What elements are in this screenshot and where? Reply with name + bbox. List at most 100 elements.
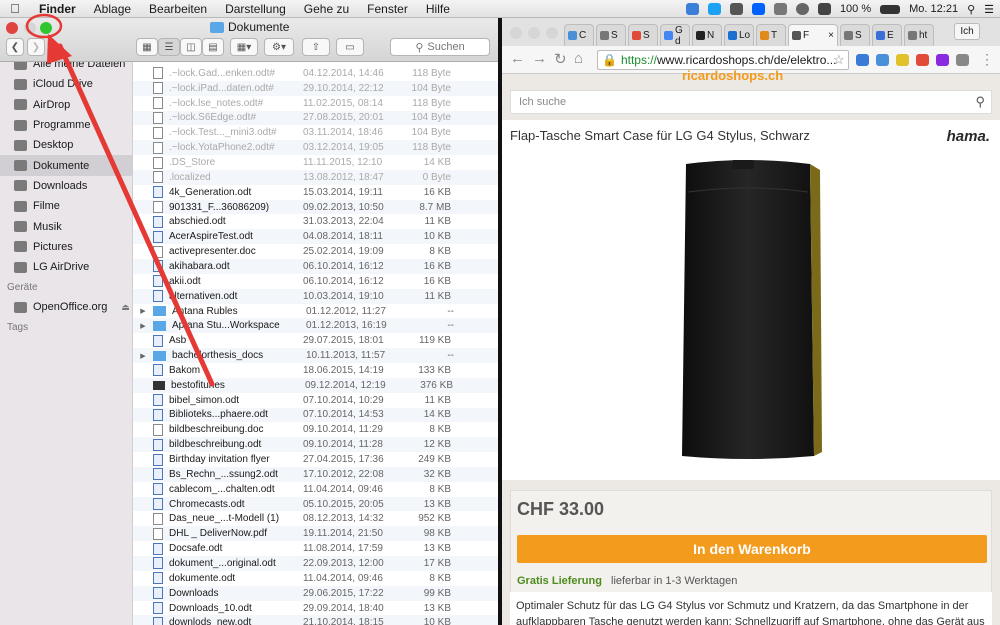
spotlight-icon[interactable]: ⚲: [967, 3, 975, 16]
file-row[interactable]: .~lock.S6Edge.odt# 27.08.2015, 20:01 104 B…: [133, 110, 498, 126]
browser-tab[interactable]: Lo: [724, 24, 754, 46]
file-row[interactable]: Docsafe.odt 11.08.2014, 17:59 13 KB: [133, 541, 498, 556]
battery-icon[interactable]: [880, 4, 901, 14]
menu-gehe-zu[interactable]: Gehe zu: [295, 0, 358, 18]
address-bar[interactable]: 🔒 https:// www.ricardoshops.ch/de/elektr…: [597, 50, 849, 70]
sidebar-item-pictures[interactable]: Pictures: [0, 237, 132, 257]
search-icon[interactable]: ⚲: [975, 94, 985, 110]
browser-tab[interactable]: C: [564, 24, 594, 46]
file-row[interactable]: DHL _ DeliverNow.pdf 19.11.2014, 21:50 98 …: [133, 526, 498, 542]
file-row[interactable]: Das_neue_...t-Modell (1) 08.12.2013, 14:3…: [133, 512, 498, 527]
wifi-icon[interactable]: [795, 3, 809, 15]
file-row[interactable]: Birthday invitation flyer 27.04.2015, 17:…: [133, 452, 498, 467]
file-row[interactable]: 4k_Generation.odt 15.03.2014, 19:11 16 KB: [133, 185, 498, 200]
extension-icon[interactable]: [896, 54, 909, 66]
zoom-window-button[interactable]: [40, 22, 52, 34]
action-gear-button[interactable]: ⚙▾: [264, 38, 294, 56]
minimize-window-button[interactable]: [528, 27, 540, 39]
sidebar-item-programme[interactable]: Programme: [0, 115, 132, 135]
menu-icon[interactable]: ⋮: [980, 51, 994, 68]
extension-icon[interactable]: [916, 54, 929, 66]
sidebar-item-airdrop[interactable]: AirDrop: [0, 95, 132, 115]
file-row[interactable]: .DS_Store 11.11.2015, 12:10 14 KB: [133, 155, 498, 170]
browser-tab[interactable]: N: [692, 24, 722, 46]
file-row[interactable]: .~lock.Test..._mini3.odt# 03.11.2014, 18:…: [133, 125, 498, 140]
extension-icon[interactable]: [856, 54, 869, 66]
list-view-button[interactable]: ☰: [158, 38, 180, 56]
file-row[interactable]: alternativen.odt 10.03.2014, 19:10 11 KB: [133, 288, 498, 304]
file-row[interactable]: abschied.odt 31.03.2013, 22:04 11 KB: [133, 215, 498, 230]
site-search-input[interactable]: Ich suche ⚲: [510, 90, 992, 114]
menu-bearbeiten[interactable]: Bearbeiten: [140, 0, 216, 18]
sidebar-item-downloads[interactable]: Downloads: [0, 176, 132, 196]
sidebar-item-lg-airdrive[interactable]: LG AirDrive: [0, 257, 132, 277]
file-row[interactable]: activepresenter.doc 25.02.2014, 19:09 8 KB: [133, 244, 498, 259]
status-app-icon[interactable]: [729, 3, 743, 15]
file-row[interactable]: dokument_...original.odt 22.09.2013, 12:0…: [133, 556, 498, 571]
close-tab-icon[interactable]: ×: [828, 30, 834, 41]
disclosure-triangle-icon[interactable]: ▶: [133, 307, 153, 315]
battery-percent[interactable]: 100 %: [840, 3, 871, 15]
arrange-button[interactable]: ▦▾: [230, 38, 258, 56]
close-window-button[interactable]: [510, 27, 522, 39]
clock[interactable]: Mo. 12:21: [909, 3, 958, 15]
menu-hilfe[interactable]: Hilfe: [417, 0, 459, 18]
extension-icon[interactable]: [936, 54, 949, 66]
file-row[interactable]: bibel_simon.odt 07.10.2014, 10:29 11 KB: [133, 393, 498, 408]
file-row[interactable]: cablecom_...chalten.odt 11.04.2014, 09:46…: [133, 482, 498, 497]
disclosure-triangle-icon[interactable]: ▶: [133, 352, 153, 360]
notification-center-icon[interactable]: ☰: [984, 3, 994, 16]
profile-button[interactable]: Ich: [954, 23, 980, 40]
browser-tab[interactable]: S: [596, 24, 626, 46]
file-row[interactable]: ▶ Aptana Stu...Workspace 01.12.2013, 16:19…: [133, 318, 498, 334]
column-view-button[interactable]: ◫: [180, 38, 202, 56]
menu-ablage[interactable]: Ablage: [85, 0, 140, 18]
file-row[interactable]: Asb 29.07.2015, 18:01 119 KB: [133, 333, 498, 348]
file-row[interactable]: bildbeschreibung.doc 09.10.2014, 11:29 8 K…: [133, 422, 498, 437]
status-app-icon[interactable]: [685, 3, 699, 15]
minimize-window-button[interactable]: [24, 22, 36, 34]
share-button[interactable]: ⇧: [302, 38, 330, 56]
add-to-cart-button[interactable]: In den Warenkorb: [517, 535, 987, 563]
sidebar-item-desktop[interactable]: Desktop: [0, 135, 132, 155]
file-row[interactable]: Biblioteks...phaere.odt 07.10.2014, 14:53…: [133, 407, 498, 423]
disclosure-triangle-icon[interactable]: ▶: [133, 322, 153, 330]
extension-icon[interactable]: [876, 54, 889, 66]
file-row[interactable]: bestofitunes 09.12.2014, 12:19 376 KB: [133, 377, 498, 393]
home-icon[interactable]: ⌂: [574, 50, 583, 67]
brand-logo[interactable]: hama.: [947, 128, 990, 145]
site-logo[interactable]: ricardoshops.ch: [682, 68, 783, 83]
sidebar-item-filme[interactable]: Filme: [0, 196, 132, 216]
sidebar-item-musik[interactable]: Musik: [0, 216, 132, 236]
icon-view-button[interactable]: ▦: [136, 38, 158, 56]
menu-darstellung[interactable]: Darstellung: [216, 0, 295, 18]
sidebar-item-openoffice[interactable]: OpenOffice.org ⏏: [0, 297, 132, 317]
sidebar-item-dokumente[interactable]: Dokumente: [0, 155, 132, 176]
file-row[interactable]: Bs_Rechn_...ssung2.odt 17.10.2012, 22:08 3…: [133, 466, 498, 482]
file-row[interactable]: Chromecasts.odt 05.10.2015, 20:05 13 KB: [133, 496, 498, 512]
sidebar-item-icloud-drive[interactable]: iCloud Drive: [0, 74, 132, 94]
eject-icon[interactable]: ⏏: [121, 302, 130, 313]
finder-search-field[interactable]: ⚲ Suchen: [390, 38, 490, 56]
menu-fenster[interactable]: Fenster: [358, 0, 417, 18]
apple-menu-icon[interactable]: : [0, 1, 30, 16]
browser-tab[interactable]: ht: [904, 24, 934, 46]
file-row[interactable]: bildbeschreibung.odt 09.10.2014, 11:28 12 …: [133, 437, 498, 453]
browser-tab[interactable]: S: [628, 24, 658, 46]
reload-icon[interactable]: ↻: [554, 50, 567, 68]
sidebar-item-alle-meine-dateien[interactable]: Alle meine Dateien: [0, 62, 132, 74]
back-button[interactable]: ❮: [6, 38, 24, 56]
file-row[interactable]: .~lock.YotaPhone2.odt# 03.12.2014, 19:05 1…: [133, 140, 498, 156]
file-row[interactable]: Downloads 29.06.2015, 17:22 99 KB: [133, 585, 498, 601]
browser-tab[interactable]: T: [756, 24, 786, 46]
file-row[interactable]: dokumente.odt 11.04.2014, 09:46 8 KB: [133, 571, 498, 586]
dropbox-icon[interactable]: [751, 3, 765, 15]
file-row[interactable]: AcerAspireTest.odt 04.08.2014, 18:11 10 KB: [133, 229, 498, 245]
file-row[interactable]: Downloads_10.odt 29.09.2014, 18:40 13 KB: [133, 601, 498, 616]
file-row[interactable]: ▶ bachelorthesis_docs 10.11.2013, 11:57 --: [133, 348, 498, 363]
zoom-window-button[interactable]: [546, 27, 558, 39]
volume-icon[interactable]: [817, 3, 831, 15]
forward-button[interactable]: ❯: [27, 38, 45, 56]
file-row[interactable]: 901331_F...36086209) 09.02.2013, 10:50 8.7…: [133, 199, 498, 215]
file-row[interactable]: akii.odt 06.10.2014, 16:12 16 KB: [133, 274, 498, 289]
